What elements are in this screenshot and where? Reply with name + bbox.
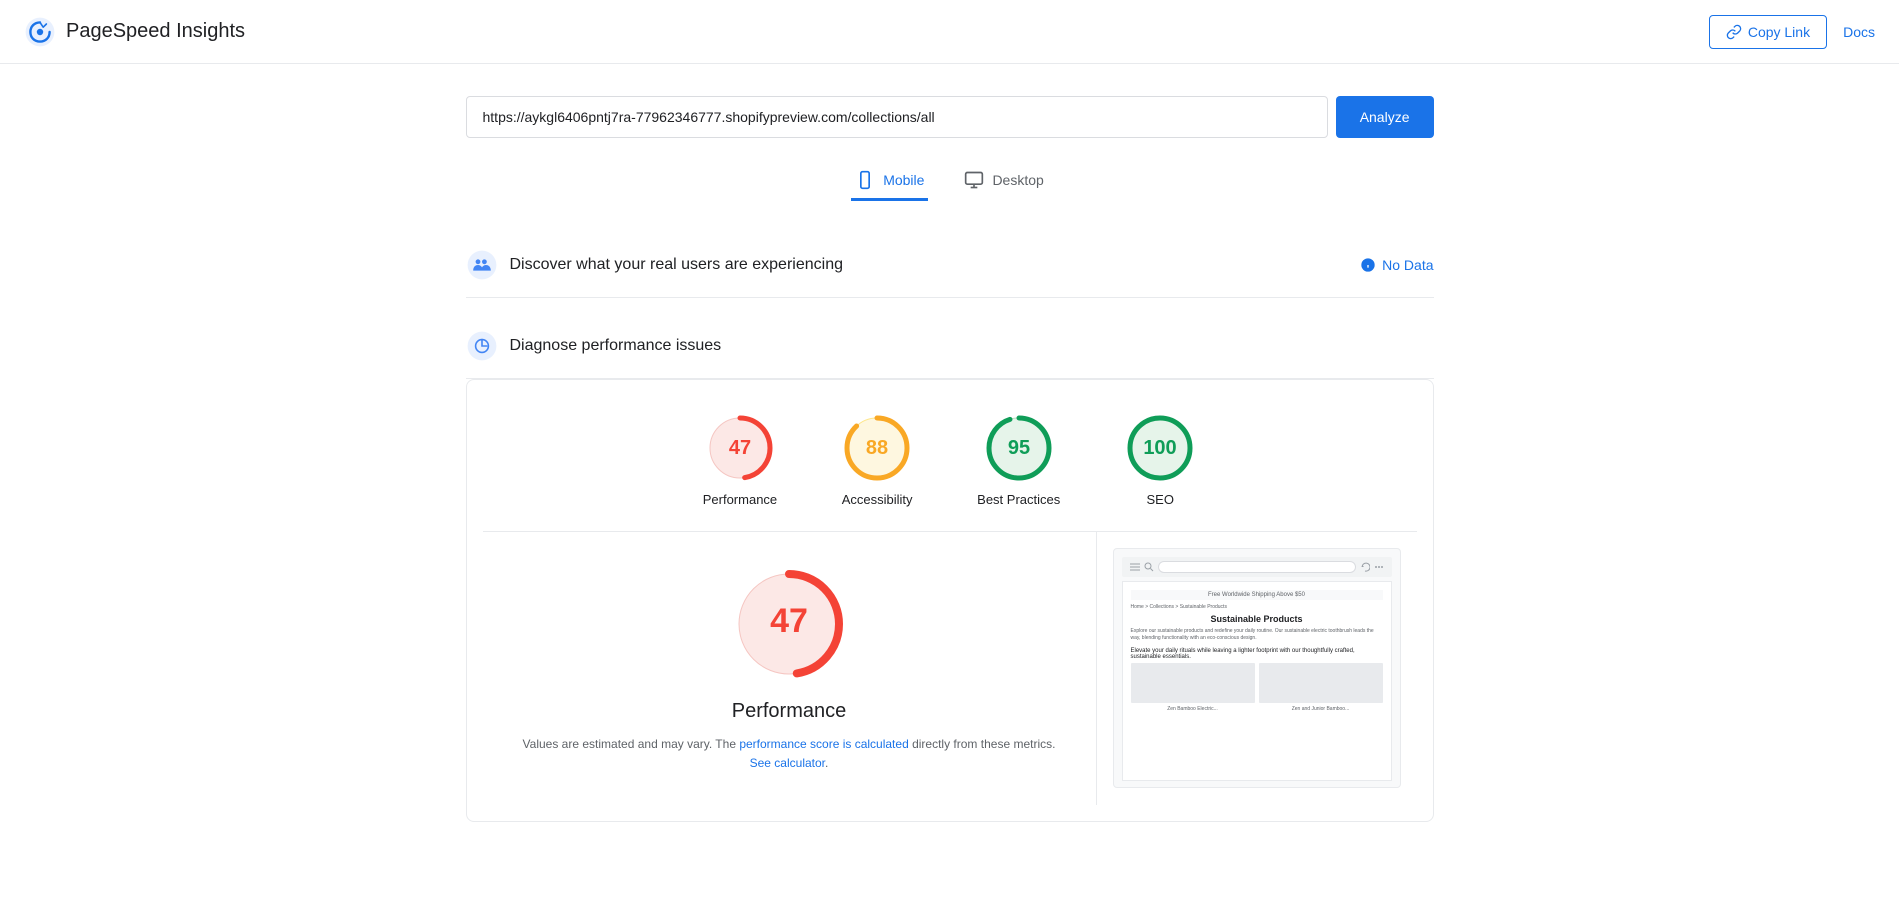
diagnose-section: Diagnose performance issues 47 Performan… xyxy=(466,314,1434,822)
link-icon xyxy=(1726,24,1742,40)
browser-search-icon xyxy=(1144,562,1154,572)
score-item-best-practices[interactable]: 95 Best Practices xyxy=(977,412,1060,507)
svg-text:100: 100 xyxy=(1144,437,1177,459)
performance-circle: 47 xyxy=(704,412,776,484)
seo-circle: 100 xyxy=(1124,412,1196,484)
preview-product-1: Zen Bamboo Electric... xyxy=(1131,663,1255,712)
info-icon xyxy=(1360,257,1376,273)
svg-text:47: 47 xyxy=(729,437,751,459)
calculator-link[interactable]: See calculator xyxy=(750,756,825,770)
performance-score-link[interactable]: performance score is calculated xyxy=(739,737,908,751)
desktop-icon xyxy=(964,170,984,190)
preview-screenshot: Free Worldwide Shipping Above $50 Home >… xyxy=(1113,548,1401,788)
score-item-accessibility[interactable]: 88 Accessibility xyxy=(841,412,913,507)
preview-products: Zen Bamboo Electric... Zen and Junior Ba… xyxy=(1131,663,1383,712)
detail-right: Free Worldwide Shipping Above $50 Home >… xyxy=(1097,532,1417,805)
real-users-title: Discover what your real users are experi… xyxy=(510,256,843,274)
detail-performance-title: Performance xyxy=(732,700,847,723)
browser-menu-icon xyxy=(1130,562,1140,572)
no-data-label: No Data xyxy=(1382,257,1433,273)
diagnose-title: Diagnose performance issues xyxy=(510,337,722,355)
accessibility-label: Accessibility xyxy=(842,492,913,507)
best-practices-circle: 95 xyxy=(983,412,1055,484)
detail-note: Values are estimated and may vary. The p… xyxy=(515,735,1064,773)
preview-banner: Free Worldwide Shipping Above $50 xyxy=(1131,590,1383,600)
tab-mobile[interactable]: Mobile xyxy=(851,162,928,201)
preview-product-2-img xyxy=(1259,663,1383,703)
copy-link-label: Copy Link xyxy=(1748,24,1810,40)
preview-breadcrumb: Home > Collections > Sustainable Product… xyxy=(1131,604,1383,610)
users-icon xyxy=(466,249,498,281)
real-users-header-left: Discover what your real users are experi… xyxy=(466,249,843,281)
accessibility-circle: 88 xyxy=(841,412,913,484)
device-tabs: Mobile Desktop xyxy=(466,162,1434,201)
preview-product-1-img xyxy=(1131,663,1255,703)
svg-text:88: 88 xyxy=(866,437,888,459)
header-right: Copy Link Docs xyxy=(1709,15,1875,49)
analyze-button[interactable]: Analyze xyxy=(1336,96,1434,138)
diagnose-header: Diagnose performance issues xyxy=(466,314,1434,379)
preview-subheading: Elevate your daily rituals while leaving… xyxy=(1131,648,1383,660)
url-input[interactable] xyxy=(466,96,1328,138)
preview-heading: Sustainable Products xyxy=(1131,614,1383,624)
no-data-badge: No Data xyxy=(1360,257,1433,273)
preview-product-2: Zen and Junior Bamboo... xyxy=(1259,663,1383,712)
preview-body1: Explore our sustainable products and red… xyxy=(1131,628,1383,642)
preview-content: Free Worldwide Shipping Above $50 Home >… xyxy=(1122,581,1392,781)
browser-refresh-icon xyxy=(1360,562,1370,572)
app-title: PageSpeed Insights xyxy=(66,20,245,43)
scores-card: 47 Performance 88 Accessibility xyxy=(466,379,1434,822)
best-practices-label: Best Practices xyxy=(977,492,1060,507)
main-content: Analyze Mobile Desktop xyxy=(450,64,1450,878)
preview-product-1-name: Zen Bamboo Electric... xyxy=(1131,706,1255,712)
preview-browser-bar xyxy=(1122,557,1392,577)
url-bar-container: Analyze xyxy=(466,96,1434,138)
diagnose-icon xyxy=(466,330,498,362)
browser-more-icon xyxy=(1374,562,1384,572)
svg-text:95: 95 xyxy=(1008,437,1030,459)
seo-label: SEO xyxy=(1147,492,1174,507)
detail-left: 47 Performance Values are estimated and … xyxy=(483,532,1097,805)
pagespeed-logo-icon xyxy=(24,16,56,48)
mobile-icon xyxy=(855,170,875,190)
scores-row: 47 Performance 88 Accessibility xyxy=(483,412,1417,507)
copy-link-button[interactable]: Copy Link xyxy=(1709,15,1827,49)
docs-link[interactable]: Docs xyxy=(1843,24,1875,40)
real-users-section: Discover what your real users are experi… xyxy=(466,233,1434,298)
score-item-performance[interactable]: 47 Performance xyxy=(703,412,777,507)
score-item-seo[interactable]: 100 SEO xyxy=(1124,412,1196,507)
header: PageSpeed Insights Copy Link Docs xyxy=(0,0,1899,64)
detail-row: 47 Performance Values are estimated and … xyxy=(483,531,1417,805)
svg-text:47: 47 xyxy=(770,602,808,640)
preview-product-2-name: Zen and Junior Bamboo... xyxy=(1259,706,1383,712)
header-left: PageSpeed Insights xyxy=(24,16,245,48)
large-performance-circle: 47 xyxy=(729,564,849,684)
performance-label: Performance xyxy=(703,492,777,507)
tab-desktop[interactable]: Desktop xyxy=(960,162,1047,201)
